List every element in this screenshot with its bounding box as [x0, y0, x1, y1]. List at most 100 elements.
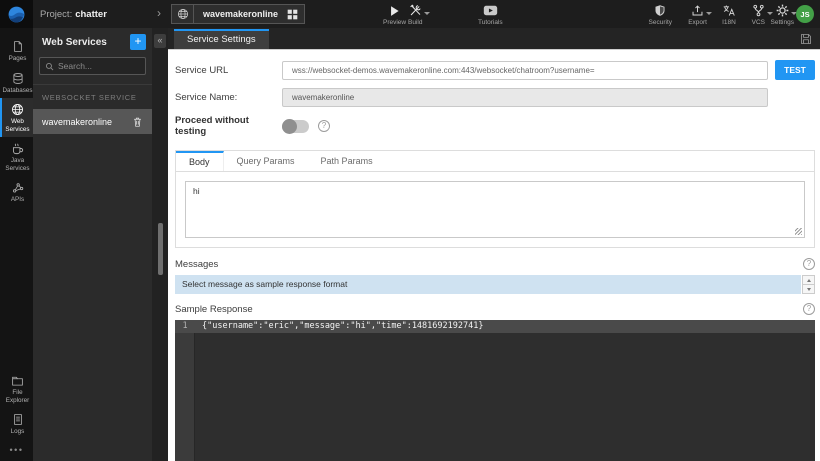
youtube-icon [483, 4, 498, 17]
service-editor: Service Settings Service URL TEST Servic… [168, 28, 820, 461]
tab-service-settings[interactable]: Service Settings [174, 29, 269, 49]
help-icon[interactable]: ? [803, 303, 815, 315]
settings-button[interactable]: Settings [771, 4, 797, 26]
add-service-button[interactable]: + [130, 34, 146, 50]
editor-active-line: 1 {"username":"eric","message":"hi","tim… [175, 320, 815, 333]
scroll-up-button[interactable] [802, 275, 815, 285]
database-icon [12, 72, 24, 85]
coffee-icon [11, 142, 24, 155]
test-button[interactable]: TEST [775, 60, 815, 80]
service-name-label: Service Name: [175, 92, 238, 103]
sample-response-label: Sample Response [175, 303, 253, 315]
chevron-down-icon [423, 12, 430, 15]
service-url-input[interactable] [282, 60, 768, 80]
chevron-down-icon [706, 12, 713, 15]
vcs-button[interactable]: VCS [752, 4, 773, 26]
editor-gutter [175, 320, 195, 461]
sample-response-header: Sample Response ? [175, 303, 815, 315]
shield-icon [654, 4, 666, 17]
proceed-label: Proceed without testing [175, 115, 249, 137]
play-icon [389, 4, 400, 17]
sidebar-item-pages[interactable]: Pages [0, 35, 33, 67]
grid-icon[interactable] [287, 9, 298, 20]
proceed-toggle[interactable] [282, 118, 309, 134]
splitter-grip[interactable] [157, 223, 163, 275]
sidebar-item-apis[interactable]: APIs [0, 176, 33, 208]
service-list-item[interactable]: wavemakeronline [33, 109, 152, 134]
rail-spacer [0, 208, 33, 371]
tab-path-params[interactable]: Path Params [308, 151, 386, 171]
messages-label: Messages [175, 258, 219, 270]
body-textarea[interactable]: hi [185, 181, 805, 238]
project-prefix: Project: [40, 8, 73, 20]
editor-code: {"username":"eric","message":"hi","time"… [202, 321, 484, 331]
service-url-row: Service URL TEST [175, 60, 815, 80]
preview-button[interactable]: Preview [383, 4, 406, 26]
globe-icon [172, 5, 194, 23]
tutorials-button[interactable]: Tutorials [478, 4, 503, 26]
more-options-button[interactable]: ••• [0, 440, 33, 461]
wavemaker-logo-icon [7, 5, 26, 24]
build-tools-icon [409, 4, 430, 17]
sidebar-item-logs[interactable]: Logs [0, 408, 33, 440]
tab-body[interactable]: Body [176, 151, 224, 171]
request-params-panel: Body Query Params Path Params hi [175, 150, 815, 248]
service-settings-form: Service URL TEST Service Name: Proceed w… [168, 50, 820, 461]
help-icon[interactable]: ? [318, 120, 330, 132]
search-icon [45, 62, 54, 71]
service-name-input[interactable] [282, 88, 768, 107]
scroll-down-button[interactable] [802, 285, 815, 294]
page-icon [12, 40, 24, 53]
messages-list: Select message as sample response format [175, 275, 815, 294]
wavemaker-studio: Project: chatter › wavemakeronline Previ… [0, 0, 820, 461]
messages-header: Messages ? [175, 258, 815, 270]
service-name-row: Service Name: [175, 88, 815, 107]
api-nodes-icon [12, 181, 24, 194]
panel-title: Web Services [42, 36, 107, 48]
proceed-row: Proceed without testing ? [175, 115, 815, 137]
translate-icon [722, 4, 736, 17]
triangle-up-icon [806, 278, 811, 282]
messages-scroller [802, 275, 815, 294]
websocket-service-section-header: WEBSOCKET SERVICE [33, 84, 152, 109]
toggle-knob [282, 118, 297, 134]
gear-icon [776, 4, 797, 17]
security-button[interactable]: Security [649, 4, 672, 26]
export-button[interactable]: Export [688, 4, 713, 26]
save-icon[interactable] [800, 33, 812, 45]
request-tabs: Body Query Params Path Params [176, 151, 814, 172]
git-branch-icon [752, 4, 773, 17]
sidebar-item-java-services[interactable]: Java Services [0, 137, 33, 176]
message-select-bar[interactable]: Select message as sample response format [175, 275, 801, 294]
web-services-panel: Web Services + WEBSOCKET SERVICE wavemak… [33, 28, 152, 461]
trash-icon[interactable] [132, 116, 143, 128]
search-input[interactable] [58, 61, 140, 71]
wavemaker-logo[interactable] [0, 0, 33, 28]
collapse-panel-button[interactable]: « [154, 34, 166, 48]
build-button[interactable]: Build [408, 4, 430, 26]
sidebar-item-web-services[interactable]: Web Services [0, 98, 33, 138]
i18n-button[interactable]: I18N [722, 4, 736, 26]
log-file-icon [12, 413, 24, 426]
open-service-tab[interactable]: wavemakeronline [171, 4, 306, 24]
service-tab-label: wavemakeronline [203, 9, 279, 19]
service-item-label: wavemakeronline [42, 116, 113, 127]
user-avatar[interactable]: JS [796, 5, 814, 23]
export-up-icon [691, 4, 713, 17]
service-search-box[interactable] [39, 57, 146, 75]
breadcrumb-chevron-icon: › [157, 6, 161, 20]
service-url-label: Service URL [175, 64, 229, 76]
tab-query-params[interactable]: Query Params [224, 151, 308, 171]
sidebar-item-databases[interactable]: Databases [0, 67, 33, 99]
globe-icon [11, 103, 24, 116]
left-nav-rail: Pages Databases Web Services Java Servic… [0, 28, 33, 461]
sidebar-item-file-explorer[interactable]: File Explorer [0, 370, 33, 408]
editor-tab-bar: Service Settings [168, 28, 820, 50]
help-icon[interactable]: ? [803, 258, 815, 270]
project-title: chatter [75, 8, 107, 20]
line-number: 1 [182, 321, 188, 331]
sample-response-editor[interactable]: 1 {"username":"eric","message":"hi","tim… [175, 320, 815, 461]
panel-splitter: « [152, 28, 168, 461]
folder-icon [11, 375, 24, 387]
top-bar: Project: chatter › wavemakeronline Previ… [0, 0, 820, 28]
